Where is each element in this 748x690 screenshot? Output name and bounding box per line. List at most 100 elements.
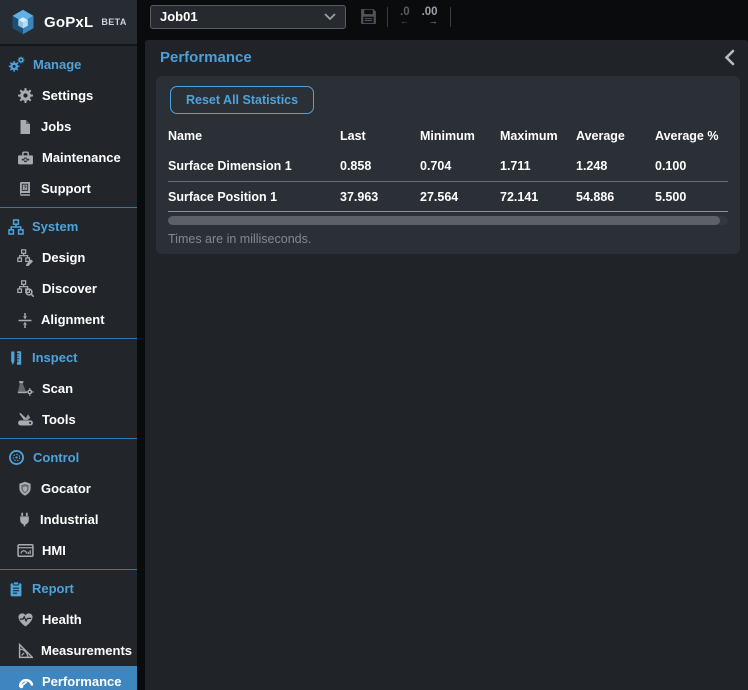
section-inspect: Inspect Scan Tools — [0, 339, 137, 439]
app-logo: GoPxL BETA — [0, 0, 137, 46]
job-select[interactable]: Job01 — [150, 5, 346, 29]
item-label: Jobs — [41, 119, 71, 134]
item-label: Settings — [42, 88, 93, 103]
sidebar-item-settings[interactable]: Settings — [0, 80, 137, 111]
sidebar-item-alignment[interactable]: Alignment — [0, 304, 137, 335]
sidebar-item-jobs[interactable]: Jobs — [0, 111, 137, 142]
value-average-pct: 0.100 — [655, 159, 728, 173]
arrow-right-icon: → — [429, 16, 438, 26]
horizontal-scrollbar[interactable] — [168, 216, 728, 225]
gear-icon — [17, 87, 34, 104]
section-system: System Design Discover Alignment — [0, 208, 137, 339]
value-last: 37.963 — [340, 190, 420, 204]
gauge-icon — [17, 673, 34, 690]
decrease-decimals-button[interactable]: .0 ← — [397, 7, 413, 26]
cube-logo-icon — [9, 8, 37, 36]
section-manage: Manage Settings Jobs Maintenance Support — [0, 46, 137, 208]
section-label: Inspect — [32, 350, 78, 365]
app-window: GoPxL BETA Manage Settings Jobs Maintena… — [0, 0, 748, 690]
shield-sensor-icon — [17, 481, 33, 497]
sidebar: GoPxL BETA Manage Settings Jobs Maintena… — [0, 0, 137, 690]
sidebar-item-tools[interactable]: Tools — [0, 404, 137, 435]
measurement-name: Surface Position 1 — [168, 190, 340, 204]
page-title: Performance — [160, 49, 252, 66]
increase-decimals-button[interactable]: .00 → — [419, 7, 441, 26]
sidebar-header-report[interactable]: Report — [0, 573, 137, 604]
sidebar-header-system[interactable]: System — [0, 211, 137, 242]
beta-badge: BETA — [101, 17, 126, 27]
value-minimum: 27.564 — [420, 190, 500, 204]
value-last: 0.858 — [340, 159, 420, 173]
pencil-ruler-icon — [8, 350, 24, 366]
hierarchy-magnifier-icon — [17, 280, 34, 297]
hierarchy-icon — [8, 219, 24, 235]
item-label: Discover — [42, 281, 97, 296]
item-label: Design — [42, 250, 85, 265]
topbar-divider — [387, 7, 388, 27]
section-label: Report — [32, 581, 74, 596]
item-label: Support — [41, 181, 91, 196]
value-average: 1.248 — [576, 159, 655, 173]
scrollbar-thumb[interactable] — [168, 216, 720, 225]
column-header-maximum: Maximum — [500, 129, 576, 143]
sidebar-item-industrial[interactable]: Industrial — [0, 504, 137, 535]
column-header-minimum: Minimum — [420, 129, 500, 143]
job-select-value: Job01 — [160, 9, 198, 24]
column-header-average: Average — [576, 129, 655, 143]
gears-icon — [8, 56, 25, 73]
table-header-row: Name Last Minimum Maximum Average Averag… — [168, 122, 728, 150]
performance-panel: Performance Reset All Statistics Name La… — [145, 40, 748, 690]
collapse-panel-button[interactable] — [724, 49, 735, 66]
value-maximum: 1.711 — [500, 159, 576, 173]
protractor-icon — [17, 643, 33, 659]
item-label: HMI — [42, 543, 66, 558]
column-header-average-pct: Average % — [655, 129, 728, 143]
item-label: Gocator — [41, 481, 91, 496]
topbar-divider — [450, 7, 451, 27]
panel-header: Performance — [145, 40, 748, 75]
section-label: Control — [33, 450, 79, 465]
sidebar-item-gocator[interactable]: Gocator — [0, 473, 137, 504]
plug-icon — [17, 512, 32, 527]
sidebar-header-control[interactable]: Control — [0, 442, 137, 473]
sidebar-item-hmi[interactable]: HMI — [0, 535, 137, 566]
value-average: 54.886 — [576, 190, 655, 204]
item-label: Health — [42, 612, 82, 627]
sidebar-item-scan[interactable]: Scan — [0, 373, 137, 404]
item-label: Maintenance — [42, 150, 121, 165]
section-report: Report Health Measurements Performance — [0, 570, 137, 690]
sidebar-header-inspect[interactable]: Inspect — [0, 342, 137, 373]
item-label: Measurements — [41, 643, 132, 658]
value-maximum: 72.141 — [500, 190, 576, 204]
statistics-card: Reset All Statistics Name Last Minimum M… — [156, 76, 740, 254]
sidebar-item-measurements[interactable]: Measurements — [0, 635, 137, 666]
column-header-last: Last — [340, 129, 420, 143]
statistics-table: Name Last Minimum Maximum Average Averag… — [168, 122, 728, 212]
measurement-name: Surface Dimension 1 — [168, 159, 340, 173]
sidebar-item-maintenance[interactable]: Maintenance — [0, 142, 137, 173]
manual-book-icon — [17, 181, 33, 197]
section-control: Control Gocator Industrial HMI — [0, 439, 137, 570]
sidebar-item-support[interactable]: Support — [0, 173, 137, 204]
value-minimum: 0.704 — [420, 159, 500, 173]
chevron-down-icon — [324, 13, 336, 21]
item-label: Alignment — [41, 312, 105, 327]
table-row: Surface Dimension 1 0.858 0.704 1.711 1.… — [168, 150, 728, 181]
item-label: Performance — [42, 674, 121, 689]
scanner-icon — [17, 380, 34, 397]
save-icon[interactable] — [359, 7, 378, 26]
value-average-pct: 5.500 — [655, 190, 728, 204]
document-icon — [17, 119, 33, 135]
reset-all-statistics-button[interactable]: Reset All Statistics — [170, 86, 314, 114]
sidebar-item-health[interactable]: Health — [0, 604, 137, 635]
item-label: Scan — [42, 381, 73, 396]
table-row: Surface Position 1 37.963 27.564 72.141 … — [168, 181, 728, 212]
arrow-left-icon: ← — [400, 16, 409, 26]
sidebar-header-manage[interactable]: Manage — [0, 49, 137, 80]
sidebar-item-discover[interactable]: Discover — [0, 273, 137, 304]
sidebar-item-design[interactable]: Design — [0, 242, 137, 273]
sidebar-item-performance[interactable]: Performance — [0, 666, 137, 690]
chevron-left-icon — [724, 49, 735, 66]
item-label: Tools — [42, 412, 76, 427]
item-label: Industrial — [40, 512, 99, 527]
